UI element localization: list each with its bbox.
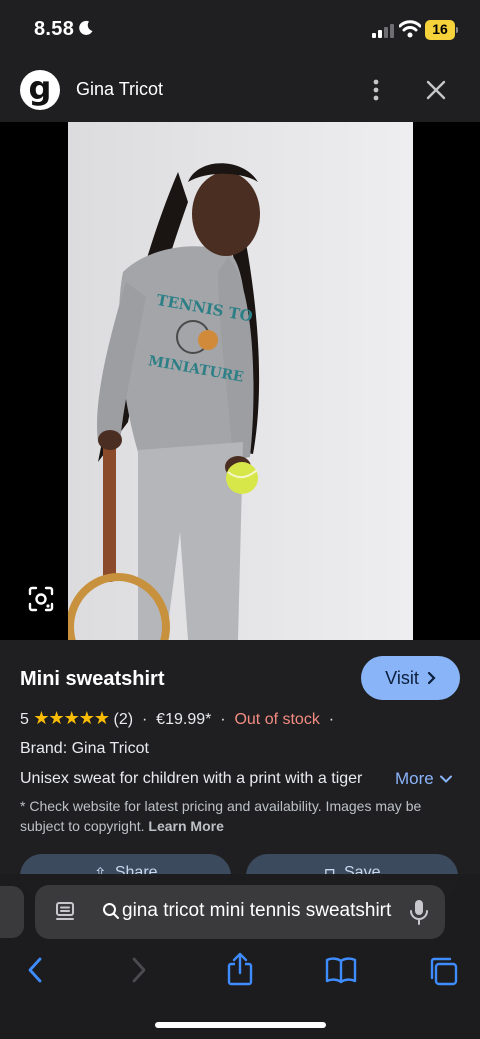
chevron-down-icon [439, 775, 452, 783]
result-header: g Gina Tricot [0, 60, 480, 122]
moon-icon [79, 20, 93, 35]
status-bar: 8.58 16 [0, 0, 480, 60]
visit-button-label: Visit [385, 667, 419, 688]
close-icon[interactable] [424, 78, 448, 102]
more-button[interactable]: More [395, 769, 452, 789]
site-name[interactable]: Gina Tricot [76, 79, 163, 100]
address-bar[interactable]: gina tricot mini tennis sweatshirt [35, 885, 445, 939]
rating-row: 5 ★★★★★ (2) · €19.99* · Out of stock · [20, 708, 334, 729]
visit-button[interactable]: Visit [361, 656, 460, 700]
page-menu-icon[interactable] [55, 901, 75, 923]
search-icon [103, 903, 119, 919]
cellular-signal-icon [372, 24, 394, 38]
product-description: Unisex sweat for children with a print w… [20, 770, 363, 787]
product-title: Mini sweatshirt [20, 668, 165, 690]
wifi-icon [399, 20, 421, 38]
battery-icon: 16 [425, 20, 458, 40]
brand-line: Brand: Gina Tricot [20, 740, 149, 757]
brand-logo[interactable]: g [20, 70, 60, 110]
forward-icon[interactable] [130, 956, 148, 984]
stock-status: Out of stock [234, 711, 320, 728]
previous-tab-preview[interactable] [0, 886, 24, 938]
bookmarks-icon[interactable] [325, 956, 357, 984]
price: €19.99* [156, 711, 212, 728]
url-text[interactable]: gina tricot mini tennis sweatshirt [122, 900, 392, 922]
learn-more-link[interactable]: Learn More [148, 818, 223, 834]
google-lens-icon[interactable] [28, 586, 54, 612]
star-rating-icon: ★★★★★ [33, 708, 110, 728]
home-indicator [155, 1022, 326, 1028]
battery-level: 16 [432, 21, 448, 37]
product-info-panel: Mini sweatshirt Visit 5 ★★★★★ (2) · €19.… [0, 640, 480, 898]
review-count[interactable]: (2) [114, 711, 134, 728]
chevron-right-icon [427, 671, 436, 685]
product-photo-illustration: TENNIS TO MINIATURE [68, 122, 413, 640]
status-time: 8.58 [34, 18, 75, 40]
more-label: More [395, 769, 434, 788]
browser-bottom-bar: gina tricot mini tennis sweatshirt [0, 874, 480, 1039]
disclaimer: * Check website for latest pricing and a… [20, 796, 460, 836]
back-icon[interactable] [26, 956, 44, 984]
tabs-icon[interactable] [428, 956, 458, 986]
separator: · [220, 711, 226, 728]
image-viewer: TENNIS TO MINIATURE [0, 122, 480, 640]
microphone-icon[interactable] [409, 898, 429, 926]
separator: · [328, 711, 335, 728]
separator: · [141, 711, 148, 728]
rating-value: 5 [20, 711, 29, 728]
more-options-icon[interactable] [364, 76, 388, 104]
brand-logo-letter: g [28, 69, 52, 107]
share-sheet-icon[interactable] [226, 952, 254, 986]
product-photo[interactable]: TENNIS TO MINIATURE [68, 122, 413, 640]
